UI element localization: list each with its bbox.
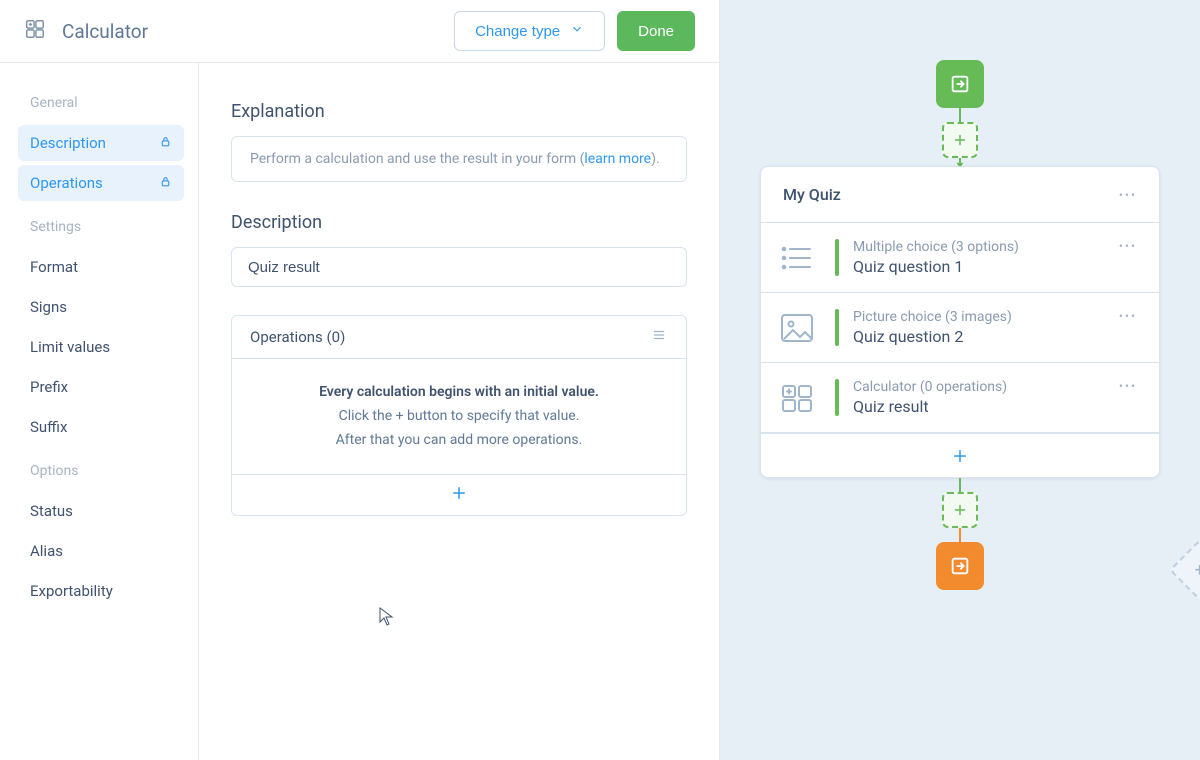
- explanation-heading: Explanation: [231, 101, 687, 122]
- done-button[interactable]: Done: [617, 11, 695, 51]
- sidebar-item-label: Format: [30, 258, 78, 276]
- explanation-text-post: ).: [651, 151, 660, 167]
- block-menu-button[interactable]: •••: [1119, 379, 1137, 416]
- sidebar-item-label: Description: [30, 134, 106, 152]
- sidebar-item-label: Prefix: [30, 378, 68, 396]
- sidebar-item-label: Limit values: [30, 338, 110, 356]
- sidebar-item-label: Exportability: [30, 582, 113, 600]
- sidebar-item-exportability[interactable]: Exportability: [18, 573, 184, 609]
- block-name: Quiz result: [853, 397, 1105, 416]
- sidebar-item-status[interactable]: Status: [18, 493, 184, 529]
- sidebar-group-settings: Settings: [0, 205, 198, 245]
- done-label: Done: [638, 23, 674, 40]
- card-header: My Quiz •••: [761, 167, 1159, 223]
- chevron-down-icon: [570, 22, 584, 40]
- flow-start-node[interactable]: [936, 60, 984, 108]
- flow-add-node-top[interactable]: [942, 122, 978, 158]
- operations-title: Operations (0): [250, 328, 345, 346]
- ops-empty-line-1: Every calculation begins with an initial…: [250, 381, 668, 405]
- block-type: Multiple choice (3 options): [853, 239, 1105, 255]
- flow-add-node-bottom[interactable]: [942, 492, 978, 528]
- sidebar: General Description Operations Settings …: [0, 63, 199, 760]
- sidebar-item-label: Alias: [30, 542, 63, 560]
- block-accent-bar: [835, 239, 839, 276]
- sidebar-item-description[interactable]: Description: [18, 125, 184, 161]
- card-menu-button[interactable]: •••: [1119, 188, 1137, 202]
- flow-side-add-button[interactable]: +: [1169, 539, 1200, 601]
- explanation-text-pre: Perform a calculation and use the result…: [250, 151, 584, 167]
- image-icon: [773, 309, 821, 346]
- card-title: My Quiz: [783, 185, 841, 204]
- editor-header: Calculator Change type Done: [0, 0, 719, 63]
- block-accent-bar: [835, 379, 839, 416]
- block-row[interactable]: Multiple choice (3 options) Quiz questio…: [761, 223, 1159, 293]
- flow-panel: ▼ My Quiz ••• Multiple choice (3 options…: [720, 0, 1200, 760]
- explanation-box: Perform a calculation and use the result…: [231, 136, 687, 182]
- description-heading: Description: [231, 212, 687, 233]
- editor-title: Calculator: [62, 20, 148, 43]
- block-type: Picture choice (3 images): [853, 309, 1105, 325]
- operations-header: Operations (0): [232, 316, 686, 359]
- form-area: Explanation Perform a calculation and us…: [199, 63, 719, 760]
- sidebar-item-format[interactable]: Format: [18, 249, 184, 285]
- block-type: Calculator (0 operations): [853, 379, 1105, 395]
- operations-empty-state: Every calculation begins with an initial…: [232, 359, 686, 475]
- card-add-block-button[interactable]: [761, 433, 1159, 477]
- block-row[interactable]: Picture choice (3 images) Quiz question …: [761, 293, 1159, 363]
- sidebar-item-signs[interactable]: Signs: [18, 289, 184, 325]
- list-icon[interactable]: [650, 328, 668, 346]
- sidebar-item-operations[interactable]: Operations: [18, 165, 184, 201]
- list-icon: [773, 239, 821, 276]
- operations-footer: [232, 475, 686, 515]
- block-name: Quiz question 2: [853, 327, 1105, 346]
- sidebar-item-label: Signs: [30, 298, 67, 316]
- plus-icon: +: [1195, 560, 1200, 581]
- sidebar-group-general: General: [0, 81, 198, 121]
- sidebar-group-options: Options: [0, 449, 198, 489]
- calculator-icon: [773, 379, 821, 416]
- editor-panel: Calculator Change type Done General Desc…: [0, 0, 720, 760]
- lock-icon: [159, 174, 172, 192]
- change-type-button[interactable]: Change type: [454, 11, 605, 51]
- sidebar-item-limit-values[interactable]: Limit values: [18, 329, 184, 365]
- block-menu-button[interactable]: •••: [1119, 309, 1137, 346]
- sidebar-item-label: Operations: [30, 174, 103, 192]
- calculator-icon: [24, 18, 46, 44]
- operations-card: Operations (0) Every calculation begins …: [231, 315, 687, 516]
- flow-card: My Quiz ••• Multiple choice (3 options) …: [760, 166, 1160, 478]
- sidebar-item-label: Suffix: [30, 418, 67, 436]
- ops-empty-line-2: Click the + button to specify that value…: [250, 405, 668, 429]
- sidebar-item-prefix[interactable]: Prefix: [18, 369, 184, 405]
- change-type-label: Change type: [475, 23, 560, 40]
- add-operation-button[interactable]: [450, 484, 468, 507]
- block-name: Quiz question 1: [853, 257, 1105, 276]
- sidebar-item-alias[interactable]: Alias: [18, 533, 184, 569]
- block-menu-button[interactable]: •••: [1119, 239, 1137, 276]
- block-accent-bar: [835, 309, 839, 346]
- block-row[interactable]: Calculator (0 operations) Quiz result ••…: [761, 363, 1159, 433]
- description-input[interactable]: [231, 247, 687, 287]
- flow-end-node[interactable]: [936, 542, 984, 590]
- sidebar-item-suffix[interactable]: Suffix: [18, 409, 184, 445]
- learn-more-link[interactable]: learn more: [584, 151, 651, 167]
- sidebar-item-label: Status: [30, 502, 73, 520]
- ops-empty-line-3: After that you can add more operations.: [250, 429, 668, 453]
- lock-icon: [159, 134, 172, 152]
